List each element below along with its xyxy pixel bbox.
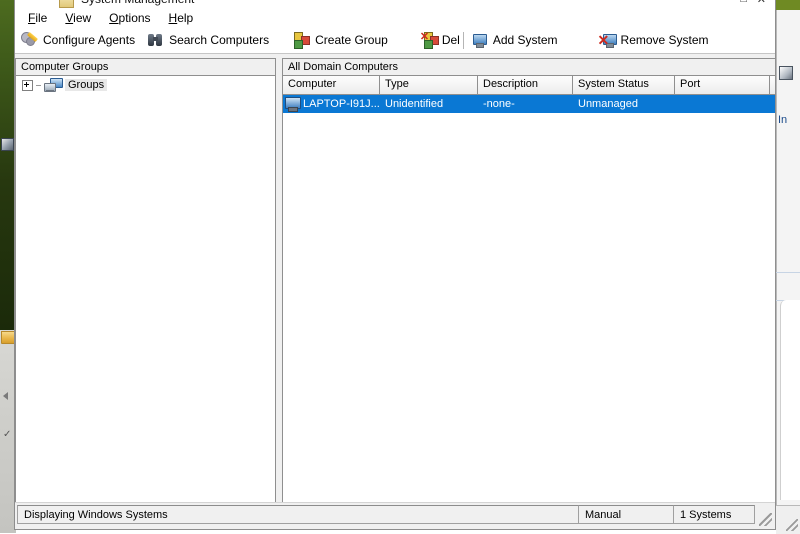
menu-item-view[interactable]: View: [56, 9, 100, 27]
menu-item-help[interactable]: Help: [160, 9, 203, 27]
background-window-statusbar: [776, 505, 800, 534]
status-message: Displaying Windows Systems: [17, 505, 579, 524]
remove-system-button[interactable]: ✕ Remove System: [593, 28, 715, 52]
tree-node-groups-label: Groups: [65, 79, 107, 91]
computer-icon: [283, 96, 303, 112]
binoculars-icon: [147, 32, 164, 48]
table-row[interactable]: LAPTOP-I91J... Unidentified -none- Unman…: [283, 95, 775, 113]
status-mode: Manual: [578, 505, 674, 524]
computers-icon: [44, 78, 62, 93]
search-computers-label: Search Computers: [169, 33, 269, 47]
column-header-filler: [770, 76, 775, 94]
add-system-label: Add System: [493, 33, 558, 47]
delete-group-button[interactable]: ✕ Del: [414, 28, 462, 52]
add-system-button[interactable]: Add System: [465, 28, 564, 52]
menu-item-file-label: ile: [35, 11, 47, 25]
cell-description: -none-: [478, 98, 573, 110]
maximize-button[interactable]: □: [740, 0, 747, 5]
desktop-shortcut-icon[interactable]: [1, 138, 14, 151]
cell-type: Unidentified: [380, 98, 478, 110]
background-window-text: In: [778, 114, 787, 126]
delete-group-icon: ✕: [420, 32, 437, 48]
window-title: System Management: [81, 0, 194, 6]
resize-grip-icon[interactable]: [759, 513, 772, 526]
minimize-button[interactable]: −: [723, 0, 729, 5]
column-header-description[interactable]: Description: [478, 76, 573, 94]
expand-plus-icon[interactable]: [22, 80, 33, 91]
create-group-button[interactable]: Create Group: [287, 28, 394, 52]
configure-agents-label: Configure Agents: [43, 33, 135, 47]
chevron-right-icon[interactable]: [3, 392, 8, 400]
toolbar: Configure Agents Search Computers Create…: [15, 27, 775, 54]
computer-groups-tree[interactable]: Groups: [16, 76, 275, 502]
menu-item-options[interactable]: Options: [100, 9, 159, 27]
menu-item-help-label: elp: [177, 11, 193, 25]
title-bar[interactable]: System Management − □ ✕: [15, 0, 775, 8]
toolbar-separator: [463, 32, 464, 49]
background-resize-grip-icon[interactable]: [786, 519, 798, 531]
background-window-titlebar: [776, 0, 800, 10]
menu-bar: File View Options Help: [15, 8, 775, 27]
configure-agents-button[interactable]: Configure Agents: [15, 28, 141, 52]
tree-node-groups[interactable]: Groups: [16, 76, 275, 94]
status-bar: Displaying Windows Systems Manual 1 Syst…: [15, 502, 775, 529]
cell-system-status: Unmanaged: [573, 98, 675, 110]
menu-item-view-label: iew: [73, 11, 91, 25]
computer-groups-caption: Computer Groups: [16, 59, 275, 76]
column-header-system-status[interactable]: System Status: [573, 76, 675, 94]
computer-groups-panel: Computer Groups Groups: [15, 58, 276, 503]
list-header-row: Computer Type Description System Status …: [283, 76, 775, 95]
search-computers-button[interactable]: Search Computers: [141, 28, 275, 52]
close-button[interactable]: ✕: [757, 0, 766, 6]
application-window: System Management − □ ✕ File View Option…: [14, 0, 776, 530]
remove-computer-icon: ✕: [599, 32, 616, 48]
tree-connector-line: [36, 85, 41, 86]
checkmark-icon: ✓: [3, 430, 12, 439]
menu-item-options-label: ptions: [119, 11, 151, 25]
cell-computer: LAPTOP-I91J...: [303, 98, 380, 110]
all-domain-computers-caption: All Domain Computers: [283, 59, 775, 76]
column-header-port[interactable]: Port: [675, 76, 770, 94]
column-header-computer[interactable]: Computer: [283, 76, 380, 94]
create-group-label: Create Group: [315, 33, 388, 47]
background-window-panel: [780, 300, 800, 500]
gear-wrench-icon: [21, 32, 38, 48]
background-window-icon: [779, 66, 793, 80]
computers-list-view[interactable]: Computer Type Description System Status …: [283, 76, 775, 502]
all-domain-computers-panel: All Domain Computers Computer Type Descr…: [282, 58, 776, 503]
group-people-icon: [293, 32, 310, 48]
add-computer-icon: [471, 32, 488, 48]
menu-item-file[interactable]: File: [19, 9, 56, 27]
delete-group-label: Del: [442, 33, 460, 47]
column-header-type[interactable]: Type: [380, 76, 478, 94]
app-icon: [59, 0, 74, 8]
remove-system-label: Remove System: [621, 33, 709, 47]
background-divider: [776, 272, 800, 273]
status-count: 1 Systems: [673, 505, 755, 524]
